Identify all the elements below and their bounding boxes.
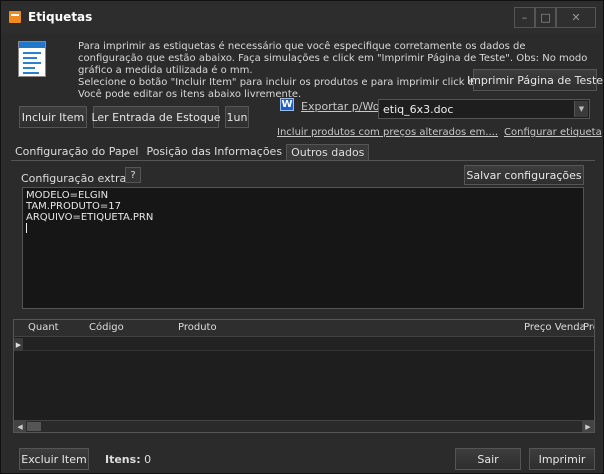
minimize-button[interactable]: –	[514, 7, 535, 28]
chevron-down-icon[interactable]: ▼	[574, 101, 588, 117]
scroll-left-icon[interactable]: ◀	[14, 421, 26, 432]
read-stock-entry-button[interactable]: Ler Entrada de Estoque	[91, 106, 221, 128]
extra-config-label: Configuração extra:	[21, 172, 130, 185]
document-icon	[18, 41, 46, 77]
word-template-value: etiq_6x3.doc	[383, 103, 454, 116]
maximize-button[interactable]: □	[535, 7, 556, 28]
column-header-sale-price[interactable]: Preço Venda	[524, 322, 586, 333]
unit-button[interactable]: 1un	[225, 106, 249, 128]
include-item-button[interactable]: Incluir Item	[19, 106, 87, 128]
horizontal-scrollbar[interactable]: ◀ ▶	[14, 420, 594, 432]
config-line: ARQUIVO=ETIQUETA.PRN	[26, 212, 154, 223]
row-pointer-icon: ▶	[14, 338, 23, 351]
column-header-code[interactable]: Código	[89, 322, 124, 333]
tab-other-data[interactable]: Outros dados	[286, 144, 370, 161]
exit-button[interactable]: Sair	[455, 448, 521, 470]
tab-paper-config[interactable]: Configuração do Papel	[11, 144, 142, 161]
help-button[interactable]: ?	[125, 167, 141, 183]
tab-divider	[11, 160, 595, 161]
print-button[interactable]: Imprimir	[529, 448, 595, 470]
app-icon	[9, 11, 21, 23]
table-row[interactable]: ▶	[14, 338, 594, 351]
etiquetas-window: Etiquetas – □ ✕ Para imprimir as estique…	[0, 0, 604, 474]
scroll-right-icon[interactable]: ▶	[582, 421, 594, 432]
word-template-select[interactable]: etiq_6x3.doc ▼	[378, 99, 590, 119]
config-line: MODELO=ELGIN	[26, 190, 109, 201]
print-test-page-button[interactable]: Imprimir Página de Teste	[467, 69, 603, 91]
window-title: Etiquetas	[28, 10, 93, 24]
items-grid[interactable]: Quant Código Produto Preço Venda Prec ▶ …	[13, 319, 595, 433]
include-altered-prices-link[interactable]: Incluir produtos com preços alterados em…	[277, 127, 498, 138]
grid-header: Quant Código Produto Preço Venda Prec	[14, 320, 594, 337]
scrollbar-thumb[interactable]	[27, 422, 41, 431]
window-controls: – □ ✕	[514, 7, 596, 28]
column-header-price-2[interactable]: Prec	[583, 322, 594, 333]
items-counter: Itens: 0	[105, 453, 151, 466]
column-header-quantity[interactable]: Quant	[28, 322, 59, 333]
settings-tabs: Configuração do Papel Posição das Inform…	[11, 144, 370, 161]
title-bar[interactable]: Etiquetas – □ ✕	[1, 1, 603, 33]
configure-label-link[interactable]: Configurar etiqueta	[504, 127, 602, 138]
items-label: Itens:	[105, 453, 141, 466]
word-icon: W	[280, 98, 294, 111]
extra-config-textarea[interactable]: MODELO=ELGIN TAM.PRODUTO=17 ARQUIVO=ETIQ…	[22, 187, 584, 309]
items-count: 0	[144, 453, 152, 466]
text-caret	[26, 223, 580, 234]
close-button[interactable]: ✕	[556, 7, 596, 28]
config-line: TAM.PRODUTO=17	[26, 201, 121, 212]
tab-info-position[interactable]: Posição das Informações	[142, 144, 286, 161]
save-config-button[interactable]: Salvar configurações	[464, 165, 584, 185]
column-header-product[interactable]: Produto	[178, 322, 217, 333]
delete-item-button[interactable]: Excluir Item	[19, 448, 89, 470]
